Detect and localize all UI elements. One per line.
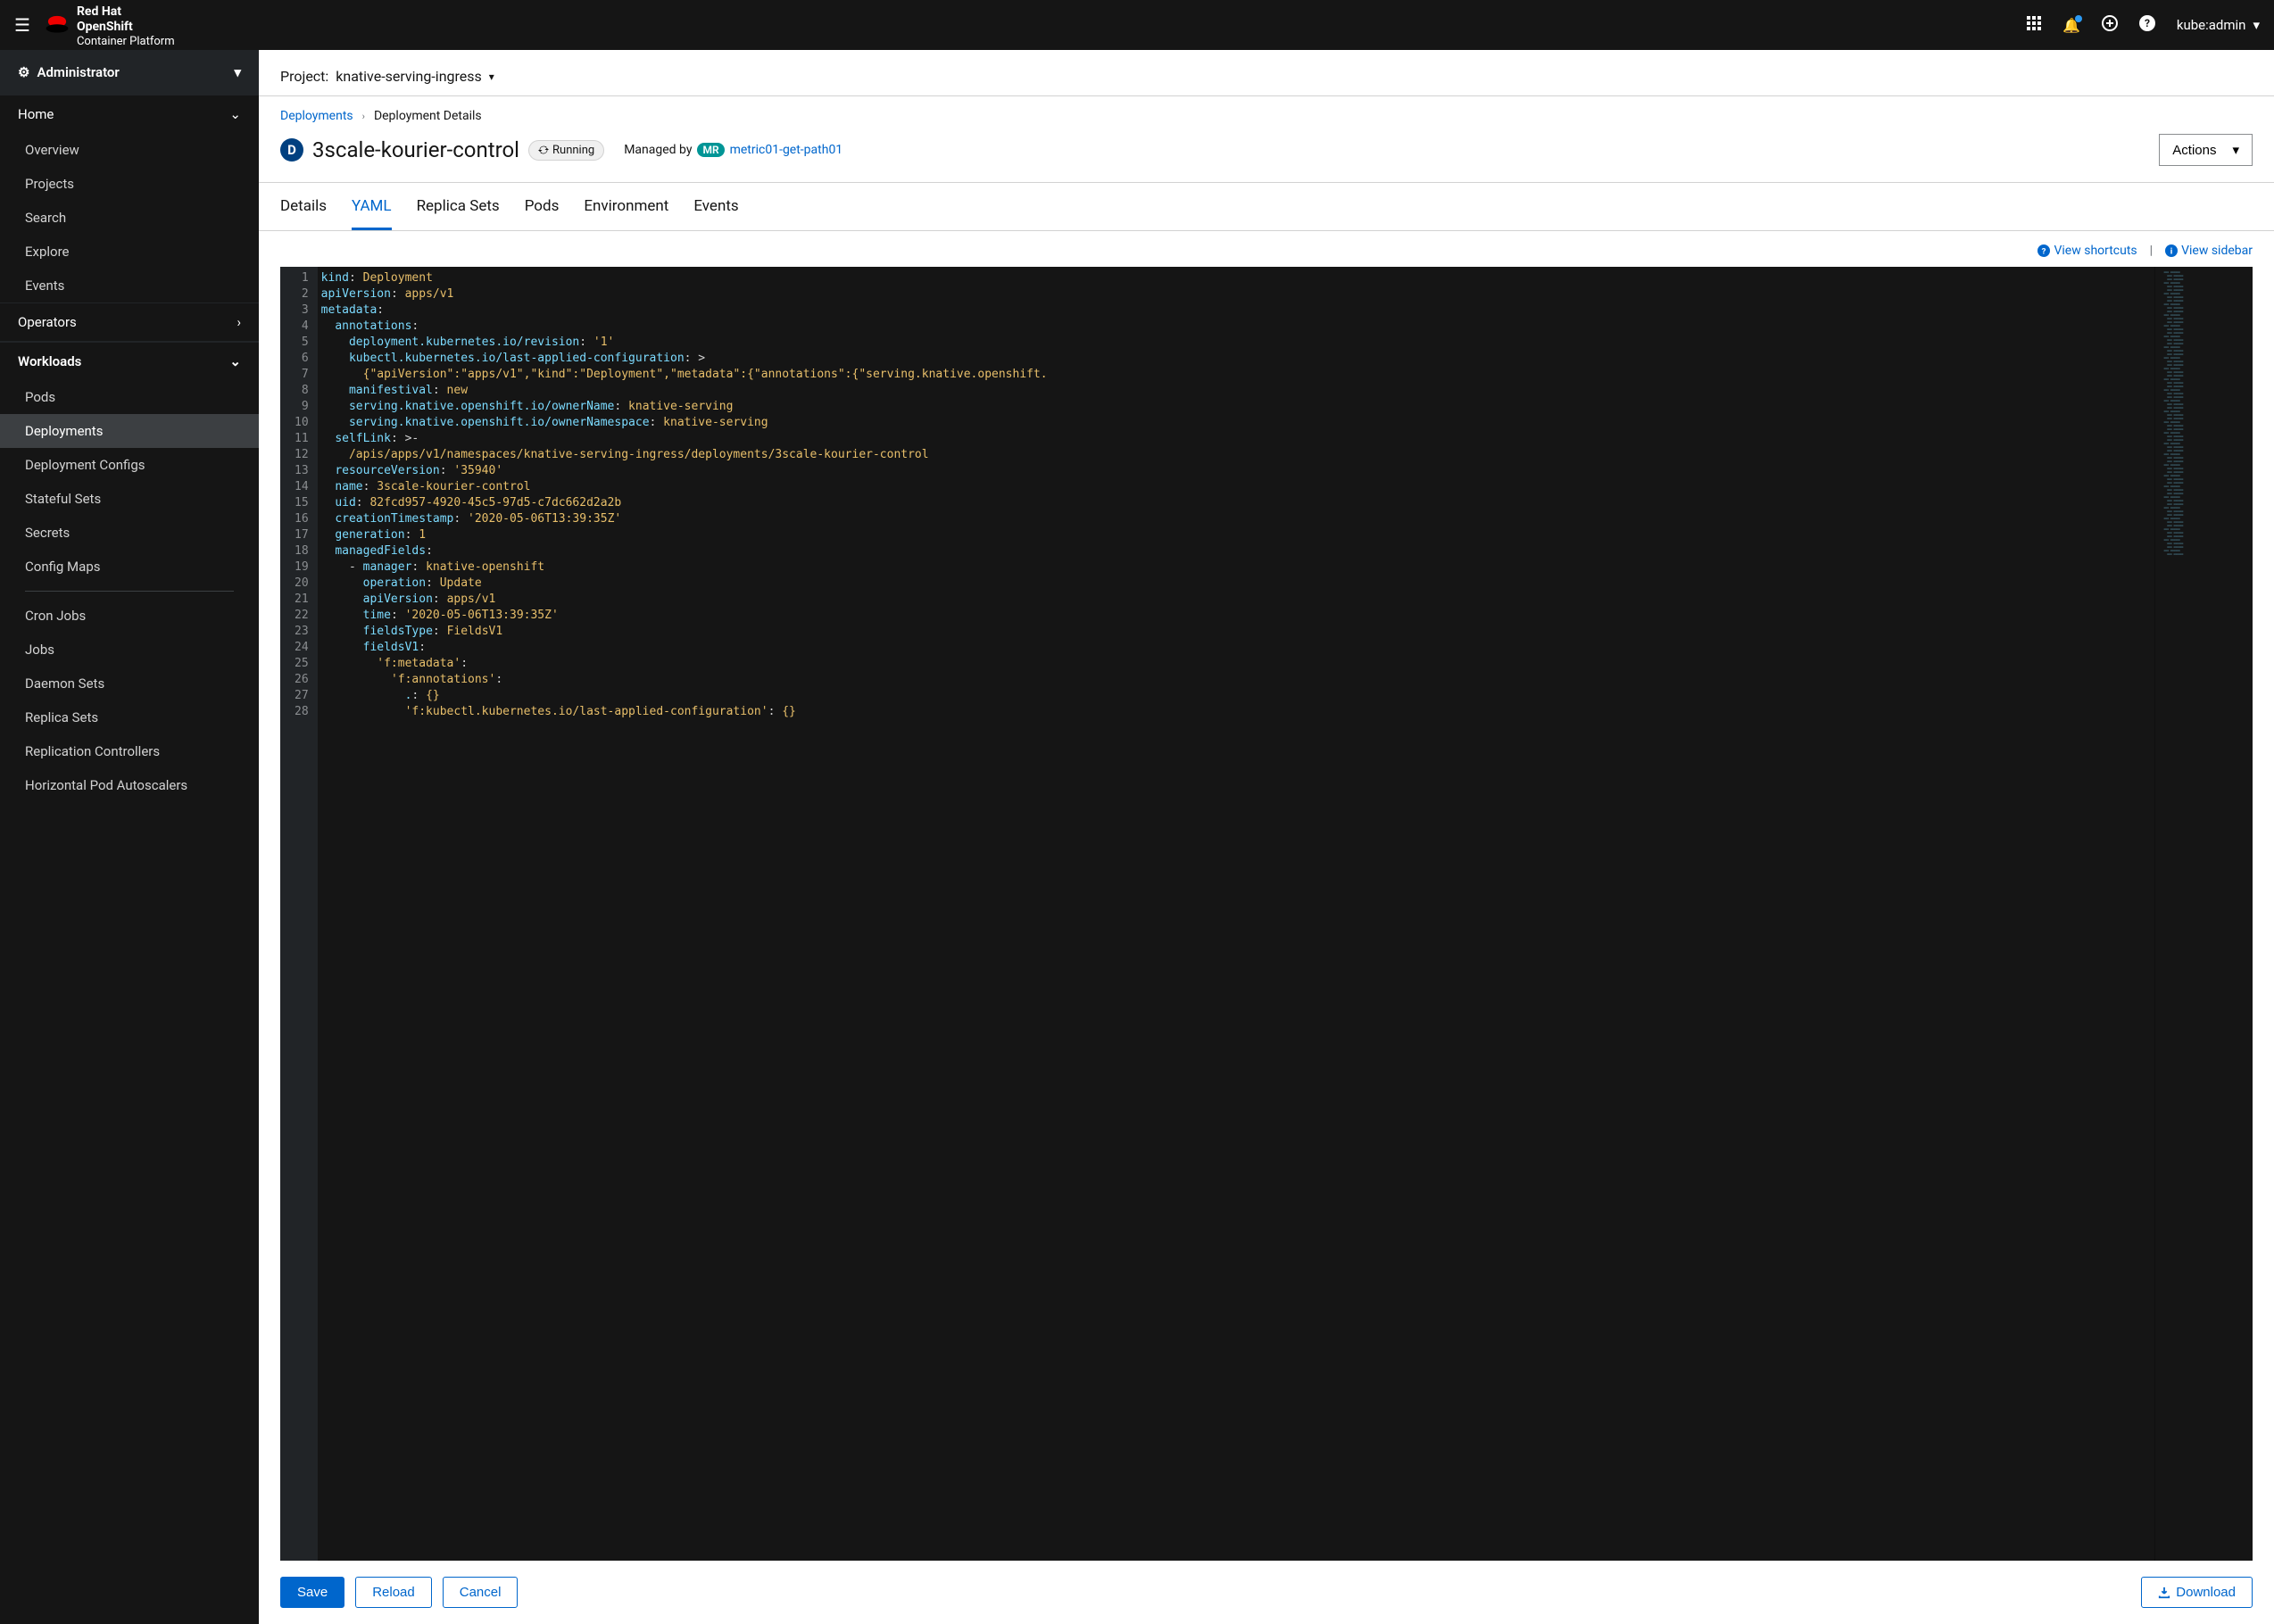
plus-icon[interactable] xyxy=(2102,15,2118,35)
sidebar-item[interactable]: Jobs xyxy=(0,633,259,667)
sidebar-item[interactable]: Daemon Sets xyxy=(0,667,259,700)
sidebar-item[interactable]: Cron Jobs xyxy=(0,599,259,633)
user-menu[interactable]: kube:admin ▾ xyxy=(2177,17,2260,33)
sidebar-item[interactable]: Horizontal Pod Autoscalers xyxy=(0,768,259,802)
project-selector[interactable]: Project: knative-serving-ingress ▾ xyxy=(259,50,2274,96)
tab[interactable]: Replica Sets xyxy=(417,183,500,230)
apps-icon[interactable] xyxy=(2027,16,2041,34)
download-button[interactable]: Download xyxy=(2141,1577,2253,1608)
resource-badge: D xyxy=(280,138,303,162)
managed-by: Managed by MR metric01-get-path01 xyxy=(624,143,842,157)
chevron-right-icon: › xyxy=(237,314,241,330)
sidebar-item[interactable]: Overview xyxy=(0,133,259,167)
topbar: ☰ Red Hat OpenShift Container Platform 🔔… xyxy=(0,0,2274,50)
sidebar-item[interactable]: Config Maps xyxy=(0,550,259,584)
cancel-button[interactable]: Cancel xyxy=(443,1577,519,1608)
caret-down-icon: ▾ xyxy=(489,70,494,83)
sidebar-item[interactable]: Search xyxy=(0,201,259,235)
view-shortcuts-link[interactable]: ?View shortcuts xyxy=(2037,244,2137,258)
sidebar-item[interactable]: Stateful Sets xyxy=(0,482,259,516)
svg-text:?: ? xyxy=(2145,17,2150,29)
sidebar-item[interactable]: Projects xyxy=(0,167,259,201)
tabs: Details YAML Replica Sets Pods Environment Ev… xyxy=(259,183,2274,231)
status-badge: Running xyxy=(528,140,604,161)
svg-text:i: i xyxy=(2170,247,2173,257)
nav-workloads[interactable]: Workloads⌄ xyxy=(0,342,259,380)
actions-button[interactable]: Actions▾ xyxy=(2159,134,2253,166)
chevron-right-icon: › xyxy=(362,111,365,122)
tab[interactable]: YAML xyxy=(352,183,392,230)
reload-button[interactable]: Reload xyxy=(355,1577,432,1608)
nav-operators[interactable]: Operators› xyxy=(0,302,259,342)
mr-badge: MR xyxy=(697,143,724,157)
info-icon: i xyxy=(2165,244,2178,257)
sidebar: ⚙Administrator▾ Home⌄ OverviewProjectsSe… xyxy=(0,50,259,1624)
sidebar-item[interactable]: Replication Controllers xyxy=(0,734,259,768)
page-title: 3scale-kourier-control xyxy=(312,137,519,162)
chevron-down-icon: ⌄ xyxy=(229,106,241,122)
sidebar-item[interactable]: Deployment Configs xyxy=(0,448,259,482)
help-icon[interactable]: ? xyxy=(2139,15,2155,35)
caret-down-icon: ▾ xyxy=(2253,17,2260,33)
nav-home[interactable]: Home⌄ xyxy=(0,95,259,133)
line-gutter: 1234567891011121314151617181920212223242… xyxy=(280,267,318,1561)
gear-icon: ⚙ xyxy=(18,64,29,80)
breadcrumb-current: Deployment Details xyxy=(374,109,482,123)
hamburger-icon[interactable]: ☰ xyxy=(14,14,30,36)
sidebar-item[interactable]: Deployments xyxy=(0,414,259,448)
svg-text:?: ? xyxy=(2042,247,2046,257)
bell-icon[interactable]: 🔔 xyxy=(2062,17,2080,34)
tab[interactable]: Events xyxy=(693,183,738,230)
breadcrumb: Deployments › Deployment Details xyxy=(259,96,2274,130)
view-sidebar-link[interactable]: iView sidebar xyxy=(2165,244,2253,258)
tab[interactable]: Details xyxy=(280,183,327,230)
divider xyxy=(25,591,234,592)
perspective-switcher[interactable]: ⚙Administrator▾ xyxy=(0,50,259,95)
sidebar-item[interactable]: Explore xyxy=(0,235,259,269)
minimap[interactable]: ▬▬▬ ▬▬▬▬▬▬ ▬▬▬ ▬▬▬▬▬▬ ▬▬▬ ▬▬▬▬▬▬ ▬▬▬ ▬▬▬… xyxy=(2154,267,2253,1561)
tab[interactable]: Pods xyxy=(525,183,560,230)
tab[interactable]: Environment xyxy=(584,183,668,230)
managed-by-link[interactable]: metric01-get-path01 xyxy=(730,143,843,157)
logo[interactable]: Red Hat OpenShift Container Platform xyxy=(45,2,2027,48)
sidebar-item[interactable]: Replica Sets xyxy=(0,700,259,734)
caret-down-icon: ▾ xyxy=(2232,142,2239,158)
sidebar-item[interactable]: Pods xyxy=(0,380,259,414)
redhat-icon xyxy=(45,14,70,36)
sidebar-item[interactable]: Events xyxy=(0,269,259,302)
yaml-editor[interactable]: 1234567891011121314151617181920212223242… xyxy=(280,267,2253,1561)
download-icon xyxy=(2158,1587,2170,1599)
sidebar-item[interactable]: Secrets xyxy=(0,516,259,550)
help-icon: ? xyxy=(2037,244,2050,257)
chevron-down-icon: ⌄ xyxy=(229,353,241,369)
save-button[interactable]: Save xyxy=(280,1577,344,1608)
sync-icon xyxy=(538,145,549,155)
caret-down-icon: ▾ xyxy=(234,64,241,80)
breadcrumb-deployments[interactable]: Deployments xyxy=(280,109,353,123)
